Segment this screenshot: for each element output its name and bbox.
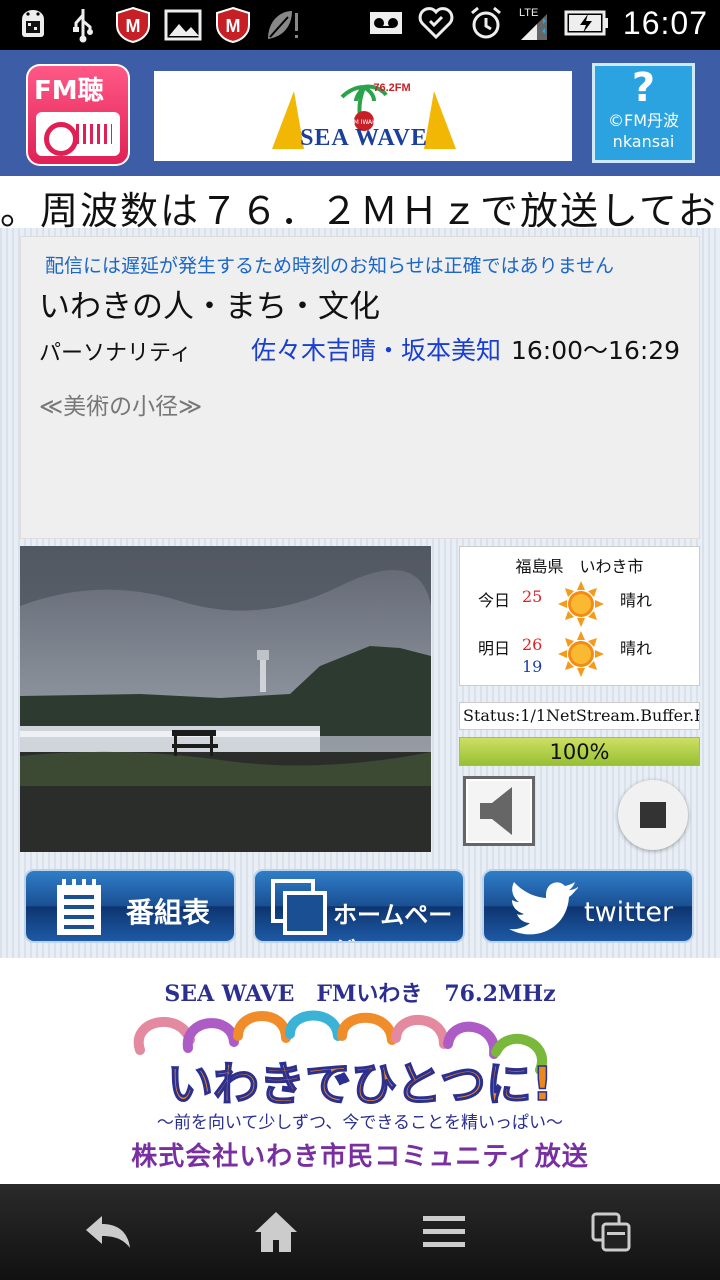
clock: 16:07 [622,4,708,41]
ticker-text: 。周波数は７６．２ＭＨｚで放送しておりま [0,189,720,228]
home-icon [255,1212,297,1252]
ad-headline-art: いわきでひとつに! [133,1010,554,1108]
news-ticker: 。周波数は７６．２ＭＨｚで放送しておりま [0,176,720,228]
ad-station-line: SEA WAVE FMいわき 76.2MHz [164,981,556,1007]
weather-day-label: 今日 [478,591,511,610]
volume-button[interactable] [463,776,535,846]
weather-high: 25 [522,587,543,606]
buffer-progress-label: 100% [549,740,610,764]
stop-icon [640,802,666,828]
delay-notice: 配信には遅延が発生するため時刻のお知らせは正確ではありません [45,255,615,277]
mcafee-icon: M [114,6,152,44]
homepage-label: ホームページ [333,901,453,941]
schedule-button[interactable]: 番組表 [24,869,236,943]
menu-button[interactable] [414,1206,474,1258]
station-banner[interactable]: FM IWAKI 76.2FM SEA WAVE [154,71,572,161]
speaker-icon [480,787,512,835]
app-logo-text: FM聴 [34,76,104,106]
battery-charging-icon [563,4,611,42]
weather-condition: 晴れ [620,591,653,610]
app-header: FM聴 FM IWAKI 76.2FM SEA WAVE ? ©FM丹波 nka… [0,50,720,176]
program-time: 16:00～16:29 [511,336,681,365]
svg-text:SEA WAVE: SEA WAVE [300,125,428,151]
ad-company: 株式会社いわき市民コミュニティ放送 [131,1142,589,1172]
mcafee-icon: M [214,6,252,44]
windows-icon [271,879,327,935]
status-bar: M M LTE 16:07 [0,0,720,50]
stream-status-text: Status:1/1NetStream.Buffer.Full [463,706,700,725]
personality-label: パーソナリティ [39,341,192,366]
svg-text:M: M [126,16,141,36]
twitter-button[interactable]: twitter [482,869,694,943]
back-icon [86,1216,130,1248]
station-photo [20,546,431,852]
alarm-icon [467,4,505,42]
heart-icon [417,4,455,42]
app-logo[interactable]: FM聴 [26,64,130,166]
sun-icon [558,631,604,677]
personality-names: 佐々木吉晴・坂本美知 [251,336,502,365]
stop-button[interactable] [618,780,688,850]
svg-text:LTE: LTE [519,7,538,19]
question-icon: ? [631,65,656,111]
program-info-panel: 配信には遅延が発生するため時刻のお知らせは正確ではありません いわきの人・まち・… [20,236,700,539]
voicemail-icon [367,4,405,42]
sun-icon [558,581,604,627]
ad-banner[interactable]: SEA WAVE FMいわき 76.2MHz いわきでひとつに! ～前を向いて少… [0,958,720,1184]
weather-widget: 福島県 いわき市 今日 25 晴れ 明日 26 19 晴れ [459,546,700,686]
recent-apps-button[interactable] [582,1206,642,1258]
program-title: いわきの人・まち・文化 [39,289,380,325]
system-nav-bar [0,1184,720,1280]
weather-low: 19 [522,657,543,676]
back-button[interactable] [78,1206,138,1258]
twitter-label: twitter [584,897,674,928]
buffer-progress-bar: 100% [459,737,700,766]
android-debug-icon [14,6,52,44]
schedule-label: 番組表 [126,896,211,929]
notepad-icon [57,879,101,935]
sea-wave-logo: FM IWAKI 76.2FM SEA WAVE [272,82,456,151]
weather-location: 福島県 いわき市 [515,557,644,576]
svg-text:M: M [226,16,241,36]
svg-text:76.2FM: 76.2FM [373,82,410,94]
twitter-bird-icon [509,882,578,935]
leaf-alert-icon [264,6,302,44]
signal-icon: LTE [517,4,551,42]
stream-status: Status:1/1NetStream.Buffer.Full [459,702,700,730]
help-button[interactable]: ? ©FM丹波 nkansai [592,63,695,163]
segment-title: ≪美術の小径≫ [39,394,203,420]
weather-condition: 晴れ [620,639,653,658]
radio-icon [36,112,120,156]
help-credit: nkansai [612,132,675,151]
homepage-button[interactable]: ホームページ [253,869,465,943]
weather-today: 今日 25 晴れ [460,579,699,629]
help-copyright: ©FM丹波 [607,111,679,130]
weather-high: 26 [522,635,543,654]
main-area: 配信には遅延が発生するため時刻のお知らせは正確ではありません いわきの人・まち・… [0,228,720,958]
gallery-icon [164,6,202,44]
home-button[interactable] [246,1206,306,1258]
svg-text:いわきでひとつに!: いわきでひとつに! [167,1057,553,1108]
recent-apps-icon [591,1212,631,1252]
weather-tomorrow: 明日 26 19 晴れ [460,629,699,679]
menu-icon [423,1216,465,1247]
ad-tagline: ～前を向いて少しずつ、今できることを精いっぱい～ [156,1113,564,1133]
usb-icon [64,6,102,44]
weather-day-label: 明日 [478,639,511,658]
